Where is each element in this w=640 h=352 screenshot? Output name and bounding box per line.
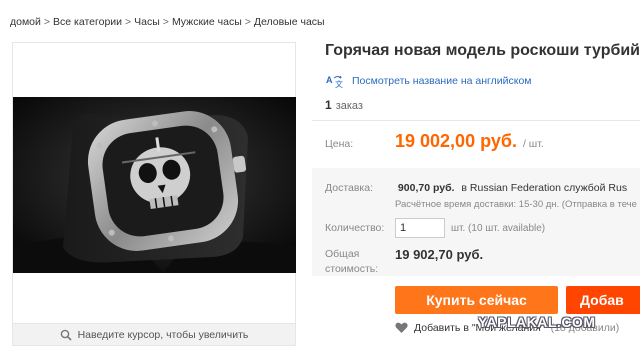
shipping-method[interactable]: в Russian Federation службой Rus bbox=[461, 182, 627, 194]
breadcrumb-all-categories[interactable]: Все категории bbox=[53, 16, 122, 28]
total-value: 19 902,70 руб. bbox=[395, 247, 484, 262]
product-title: Горячая новая модель роскоши турбийоном … bbox=[325, 42, 640, 59]
shipping-cost: 900,70 руб. bbox=[397, 182, 455, 194]
product-gallery: Наведите курсор, чтобы увеличить bbox=[12, 42, 296, 346]
total-label: Общая стоимость: bbox=[325, 247, 395, 277]
quantity-label: Количество: bbox=[325, 222, 385, 234]
translate-link[interactable]: A 文 Посмотреть название на английском bbox=[326, 74, 532, 88]
add-to-cart-button[interactable]: Добав bbox=[566, 286, 640, 314]
divider bbox=[312, 120, 640, 121]
magnifier-icon bbox=[60, 329, 72, 341]
price-label: Цена: bbox=[325, 138, 354, 150]
price-unit: / шт. bbox=[522, 138, 544, 150]
total-label-line1: Общая bbox=[325, 248, 360, 260]
orders-count: 1 заказ bbox=[325, 98, 363, 112]
breadcrumb-home[interactable]: домой bbox=[10, 16, 41, 28]
orders-label: заказ bbox=[335, 100, 363, 112]
quantity-input[interactable] bbox=[395, 218, 445, 238]
breadcrumb-business-watches[interactable]: Деловые часы bbox=[254, 16, 325, 28]
breadcrumb-separator: > bbox=[125, 16, 132, 28]
site-watermark: YAPLAKAL.COM bbox=[478, 314, 596, 330]
svg-text:文: 文 bbox=[335, 79, 343, 88]
quantity-row: Количество: шт. (10 шт. available) bbox=[325, 218, 545, 238]
orders-number: 1 bbox=[325, 98, 332, 112]
breadcrumb: домой > Все категории > Часы > Мужские часы > Де… bbox=[10, 16, 325, 28]
order-details: Доставка: 900,70 руб. в Russian Federati… bbox=[312, 168, 640, 276]
price-value: 19 002,00 руб. bbox=[395, 131, 517, 151]
shipping-row: Доставка: 900,70 руб. в Russian Federati… bbox=[325, 182, 627, 194]
breadcrumb-separator: > bbox=[244, 16, 251, 28]
zoom-hint-text: Наведите курсор, чтобы увеличить bbox=[77, 328, 249, 341]
heart-icon bbox=[395, 322, 408, 333]
product-image[interactable] bbox=[13, 97, 296, 273]
price-row: Цена: 19 002,00 руб. / шт. bbox=[325, 131, 544, 152]
zoom-hint: Наведите курсор, чтобы увеличить bbox=[13, 323, 295, 345]
breadcrumb-mens-watches[interactable]: Мужские часы bbox=[172, 16, 242, 28]
total-row: Общая стоимость: 19 902,70 руб. bbox=[325, 247, 483, 277]
shipping-label: Доставка: bbox=[325, 182, 374, 194]
watch-photo bbox=[13, 97, 296, 273]
translate-icon: A 文 bbox=[326, 75, 343, 88]
translate-link-text[interactable]: Посмотреть название на английском bbox=[352, 75, 532, 87]
breadcrumb-watches[interactable]: Часы bbox=[134, 16, 160, 28]
svg-text:A: A bbox=[326, 75, 333, 85]
buy-now-button[interactable]: Купить сейчас bbox=[395, 286, 558, 314]
breadcrumb-separator: > bbox=[43, 16, 51, 28]
total-label-line2: стоимость: bbox=[325, 263, 379, 275]
shipping-estimate: Расчётное время доставки: 15-30 дн. (Отп… bbox=[395, 199, 637, 210]
quantity-note: шт. (10 шт. available) bbox=[451, 222, 546, 234]
breadcrumb-separator: > bbox=[162, 16, 169, 28]
